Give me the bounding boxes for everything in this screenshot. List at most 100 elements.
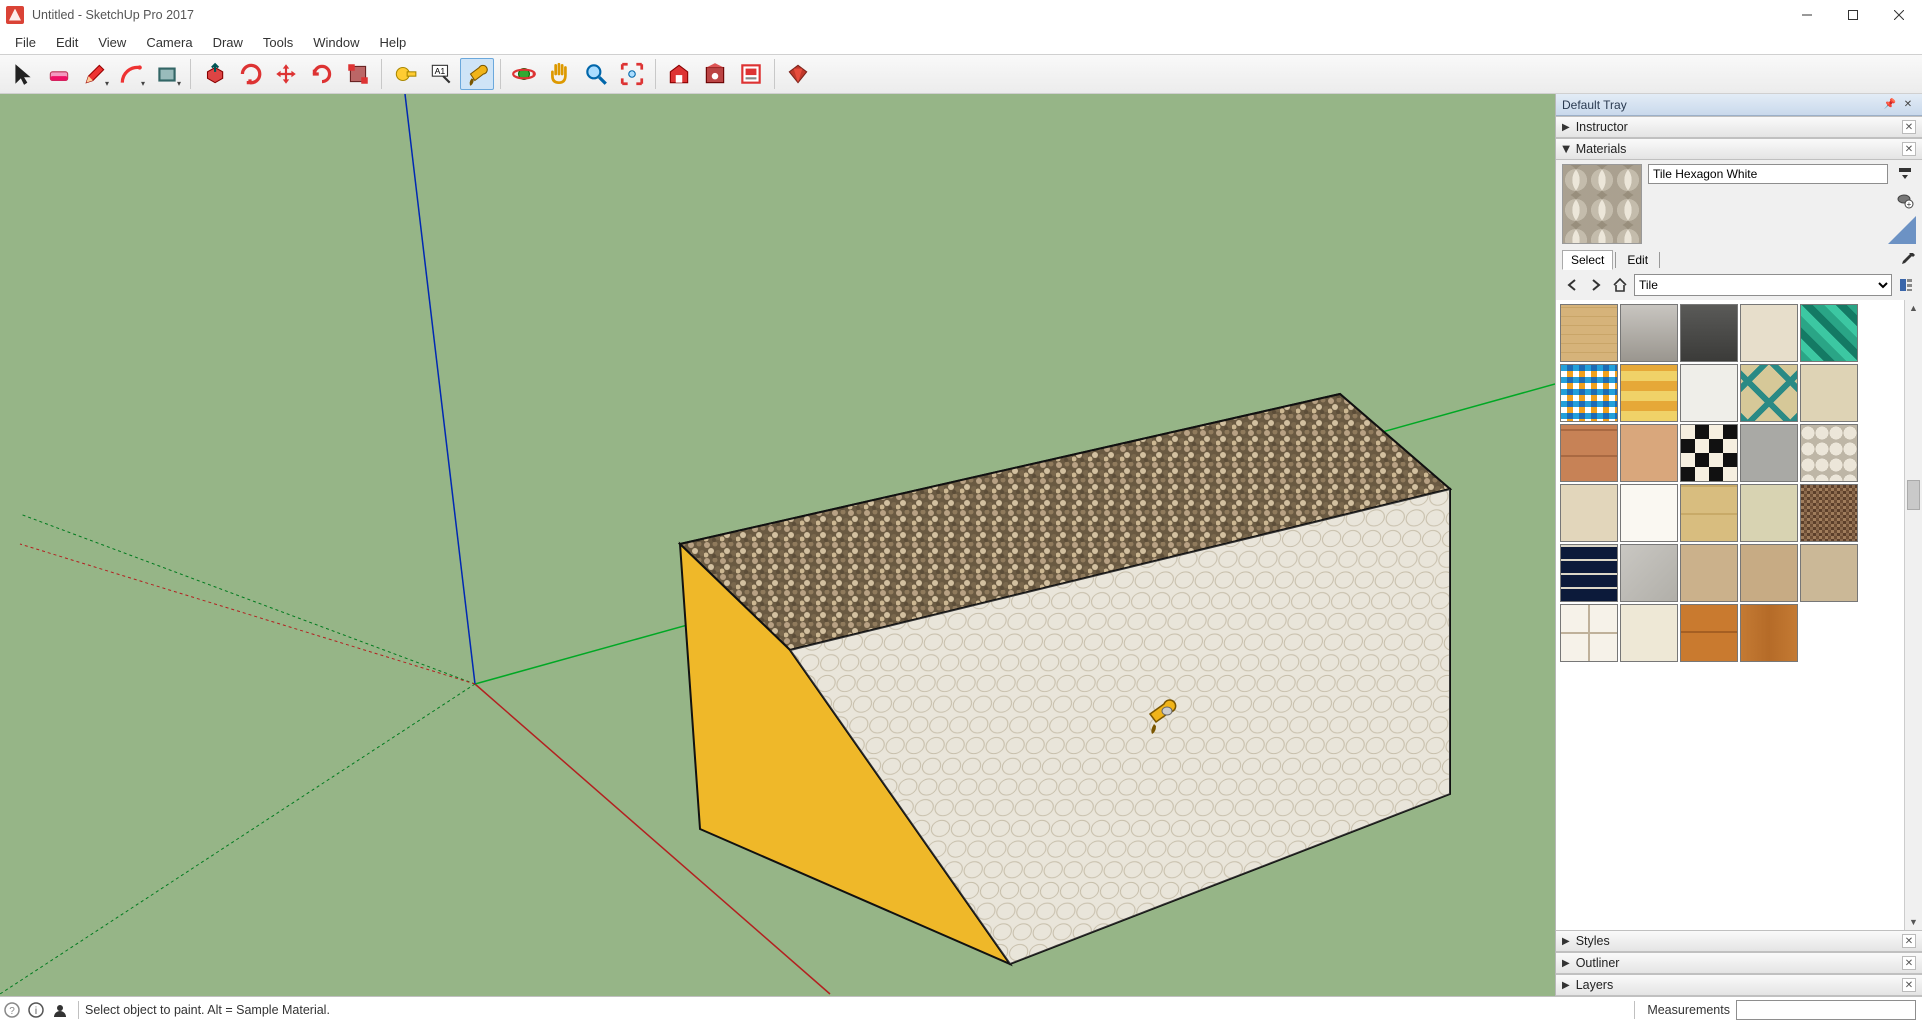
menu-file[interactable]: File: [6, 32, 45, 53]
materials-back-icon[interactable]: [1562, 275, 1582, 295]
main-toolbar: A1: [0, 54, 1922, 94]
chevron-right-icon: ▶: [1562, 936, 1570, 947]
paint-tool[interactable]: [460, 58, 494, 90]
select-tool[interactable]: [6, 58, 40, 90]
arc-tool[interactable]: [114, 58, 148, 90]
material-create-icon[interactable]: +: [1895, 190, 1915, 210]
scroll-up-icon[interactable]: ▲: [1905, 300, 1922, 316]
scroll-thumb[interactable]: [1907, 480, 1920, 510]
menu-draw[interactable]: Draw: [204, 32, 252, 53]
material-name-input[interactable]: [1648, 164, 1888, 184]
swatch-tile-diamond-teal[interactable]: [1740, 364, 1798, 422]
zoom-tool[interactable]: [579, 58, 613, 90]
warehouse-tool[interactable]: [662, 58, 696, 90]
swatch-tile-plain-tan[interactable]: [1560, 484, 1618, 542]
materials-forward-icon[interactable]: [1586, 275, 1606, 295]
tray-pin-icon[interactable]: 📌: [1882, 97, 1898, 113]
line-tool[interactable]: [78, 58, 112, 90]
panel-materials-header[interactable]: ▶ Materials ✕: [1556, 138, 1922, 160]
scale-tool[interactable]: [341, 58, 375, 90]
menu-view[interactable]: View: [89, 32, 135, 53]
material-preview-swatch[interactable]: [1562, 164, 1642, 244]
rectangle-tool[interactable]: [150, 58, 184, 90]
text-tool[interactable]: A1: [424, 58, 458, 90]
layout-tool[interactable]: [734, 58, 768, 90]
swatch-tile-ceramic-gray[interactable]: [1620, 304, 1678, 362]
user-icon[interactable]: [48, 998, 72, 1022]
swatch-tile-mosaic-small-brown[interactable]: [1800, 484, 1858, 542]
tray-close-icon[interactable]: ✕: [1900, 97, 1916, 113]
material-secondary-color-corner[interactable]: [1888, 216, 1916, 244]
swatch-tile-linen-olive[interactable]: [1740, 484, 1798, 542]
close-button[interactable]: [1876, 0, 1922, 30]
materials-details-icon[interactable]: [1896, 275, 1916, 295]
swatch-tile-stone-white[interactable]: [1680, 364, 1738, 422]
swatch-tile-slate-gray[interactable]: [1740, 424, 1798, 482]
info-icon[interactable]: i: [24, 998, 48, 1022]
tray-header[interactable]: Default Tray 📌 ✕: [1556, 94, 1922, 116]
swatch-tile-plain-white[interactable]: [1620, 484, 1678, 542]
panel-styles-header[interactable]: ▶ Styles ✕: [1556, 930, 1922, 952]
eraser-tool[interactable]: [42, 58, 76, 90]
swatch-tile-mosaic-yellow[interactable]: [1620, 364, 1678, 422]
statusbar: ? i Select object to paint. Alt = Sample…: [0, 996, 1922, 1022]
rotate-tool[interactable]: [305, 58, 339, 90]
maximize-button[interactable]: [1830, 0, 1876, 30]
pushpull-tool[interactable]: [197, 58, 231, 90]
swatch-tile-hexagon-white[interactable]: [1800, 424, 1858, 482]
extension-warehouse-tool[interactable]: [698, 58, 732, 90]
swatch-tile-travertine[interactable]: [1680, 544, 1738, 602]
menu-edit[interactable]: Edit: [47, 32, 87, 53]
material-display-menu-icon[interactable]: [1895, 164, 1915, 184]
pan-tool[interactable]: [543, 58, 577, 90]
swatch-tile-ceramic-beige[interactable]: [1740, 304, 1798, 362]
orbit-tool[interactable]: [507, 58, 541, 90]
materials-scrollbar[interactable]: ▲ ▼: [1904, 300, 1922, 930]
swatch-tile-sandstone[interactable]: [1800, 544, 1858, 602]
swatch-tile-checker-bw[interactable]: [1680, 424, 1738, 482]
swatch-tile-mosaic-blue[interactable]: [1560, 364, 1618, 422]
offset-tool[interactable]: [233, 58, 267, 90]
menu-help[interactable]: Help: [371, 32, 416, 53]
extensions-tool[interactable]: [781, 58, 815, 90]
swatch-tile-plain-cream[interactable]: [1620, 604, 1678, 662]
swatch-tile-square-sand[interactable]: [1680, 484, 1738, 542]
panel-outliner-header[interactable]: ▶ Outliner ✕: [1556, 952, 1922, 974]
swatch-tile-brick-tan[interactable]: [1560, 304, 1618, 362]
viewport-3d[interactable]: [0, 94, 1555, 996]
swatch-tile-linen-tan[interactable]: [1800, 364, 1858, 422]
panel-materials-title: Materials: [1576, 142, 1627, 156]
help-icon[interactable]: ?: [0, 998, 24, 1022]
swatch-tile-terracotta[interactable]: [1560, 424, 1618, 482]
panel-styles-close[interactable]: ✕: [1902, 934, 1916, 948]
swatch-tile-cross-white[interactable]: [1560, 604, 1618, 662]
zoom-extents-tool[interactable]: [615, 58, 649, 90]
materials-tab-edit[interactable]: Edit: [1618, 250, 1657, 270]
swatch-tile-marble-gray[interactable]: [1620, 544, 1678, 602]
panel-instructor-close[interactable]: ✕: [1902, 120, 1916, 134]
panel-instructor-header[interactable]: ▶ Instructor ✕: [1556, 116, 1922, 138]
menu-window[interactable]: Window: [304, 32, 368, 53]
minimize-button[interactable]: [1784, 0, 1830, 30]
swatch-tile-travertine-2[interactable]: [1740, 544, 1798, 602]
menu-camera[interactable]: Camera: [137, 32, 201, 53]
swatch-tile-wood-parquet[interactable]: [1680, 604, 1738, 662]
move-tool[interactable]: [269, 58, 303, 90]
menu-tools[interactable]: Tools: [254, 32, 302, 53]
materials-home-icon[interactable]: [1610, 275, 1630, 295]
scroll-down-icon[interactable]: ▼: [1905, 914, 1922, 930]
materials-library-select[interactable]: Tile: [1634, 274, 1892, 296]
swatch-tile-wood-oak[interactable]: [1740, 604, 1798, 662]
swatch-tile-terracotta-light[interactable]: [1620, 424, 1678, 482]
measurements-input[interactable]: [1736, 1000, 1916, 1020]
tape-tool[interactable]: [388, 58, 422, 90]
eyedropper-icon[interactable]: [1900, 251, 1916, 270]
panel-layers-close[interactable]: ✕: [1902, 978, 1916, 992]
panel-layers-header[interactable]: ▶ Layers ✕: [1556, 974, 1922, 996]
swatch-tile-glass-green[interactable]: [1800, 304, 1858, 362]
panel-outliner-close[interactable]: ✕: [1902, 956, 1916, 970]
materials-tab-select[interactable]: Select: [1562, 250, 1613, 270]
panel-materials-close[interactable]: ✕: [1902, 142, 1916, 156]
swatch-tile-navy-grid[interactable]: [1560, 544, 1618, 602]
swatch-tile-ceramic-dark[interactable]: [1680, 304, 1738, 362]
